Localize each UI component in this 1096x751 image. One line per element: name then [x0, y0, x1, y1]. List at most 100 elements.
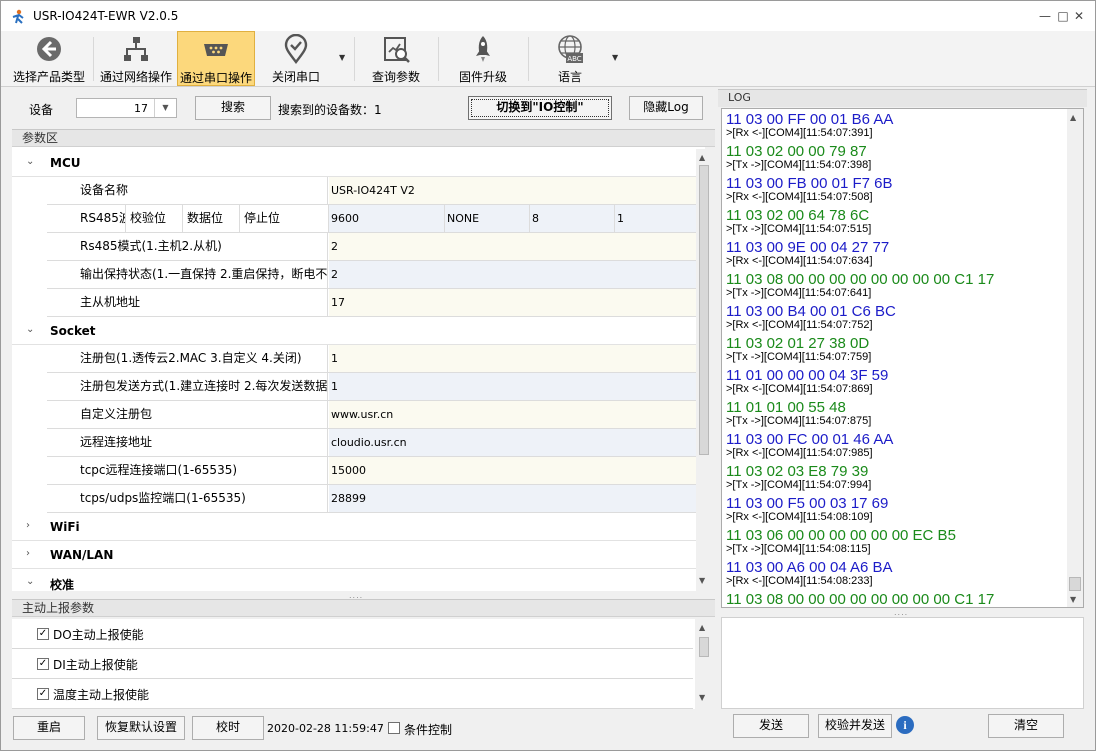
param-value[interactable]: 2	[329, 233, 705, 260]
param-value[interactable]: USR-IO424T V2	[329, 177, 705, 204]
chevron-down-icon[interactable]: ⌄	[26, 156, 34, 167]
chevron-right-icon[interactable]: ›	[26, 548, 30, 559]
log-hex-line: 11 03 00 FC 00 01 46 AA	[726, 431, 894, 448]
chevron-down-icon[interactable]: ▼	[339, 53, 345, 62]
device-select[interactable]: 17 ▼	[76, 98, 177, 118]
group-wifi[interactable]: › WiFi	[12, 513, 705, 541]
splitter-grip[interactable]: ....	[894, 608, 908, 617]
group-socket[interactable]: ⌄ Socket	[12, 317, 705, 345]
log-header: LOG	[718, 89, 1087, 107]
scrollbar-thumb[interactable]	[699, 165, 709, 455]
param-row[interactable]: 输出保持状态(1.一直保持 2.重启保持，断电不 2	[47, 261, 705, 289]
log-hex-line: 11 03 08 00 00 00 00 00 00 00 00 C1 17	[726, 591, 995, 608]
report-item-label: DI主动上报使能	[53, 658, 138, 672]
report-item[interactable]: ✓ DO主动上报使能	[12, 619, 693, 649]
send-input[interactable]	[721, 617, 1084, 709]
param-row[interactable]: tcps/udps监控端口(1-65535) 28899	[47, 485, 705, 513]
chevron-down-icon[interactable]: ⌄	[26, 576, 34, 587]
scroll-down-icon[interactable]: ▼	[699, 693, 705, 702]
close-serial-button[interactable]: 关闭串口	[259, 31, 333, 86]
param-value[interactable]: cloudio.usr.cn	[329, 429, 705, 456]
log-scrollbar[interactable]: ▲ ▼	[1067, 109, 1083, 607]
checkbox-checked-icon[interactable]: ✓	[37, 658, 49, 670]
hide-log-button[interactable]: 隐藏Log	[629, 96, 703, 120]
select-product-label: 选择产品类型	[12, 70, 85, 84]
svg-text:ABC: ABC	[567, 55, 581, 63]
log-meta-line: >[Rx <-][COM4][11:54:07:634]	[726, 255, 873, 267]
param-value[interactable]: 28899	[329, 485, 705, 512]
send-button[interactable]: 发送	[733, 714, 809, 738]
chevron-down-icon[interactable]: ⌄	[26, 324, 34, 335]
switch-io-control-button[interactable]: 切换到"IO控制"	[468, 96, 612, 120]
param-value[interactable]: 15000	[329, 457, 705, 484]
scroll-up-icon[interactable]: ▲	[699, 153, 705, 162]
log-meta-line: >[Tx ->][COM4][11:54:08:115]	[726, 543, 871, 555]
scroll-down-icon[interactable]: ▼	[1070, 595, 1076, 604]
clear-button[interactable]: 清空	[988, 714, 1064, 738]
condition-label: 条件控制	[404, 723, 453, 737]
chevron-right-icon[interactable]: ›	[26, 520, 30, 531]
param-key: 设备名称	[47, 177, 328, 204]
language-button[interactable]: ABC 语言	[533, 31, 607, 86]
group-mcu[interactable]: ⌄ MCU	[12, 149, 705, 177]
scroll-up-icon[interactable]: ▲	[699, 623, 705, 632]
param-row-serial[interactable]: RS485波特率 校验位 数据位 停止位 9600 NONE 8 1	[47, 205, 705, 233]
restart-button[interactable]: 重启	[13, 716, 85, 740]
log-meta-line: >[Tx ->][COM4][11:54:07:515]	[726, 223, 872, 235]
scrollbar-thumb[interactable]	[1069, 577, 1081, 591]
report-item[interactable]: ✓ 温度主动上报使能	[12, 679, 693, 709]
param-row[interactable]: tcpc远程连接端口(1-65535) 15000	[47, 457, 705, 485]
param-row[interactable]: Rs485模式(1.主机2.从机) 2	[47, 233, 705, 261]
checkbox-checked-icon[interactable]: ✓	[37, 628, 49, 640]
report-scrollbar[interactable]: ▲ ▼	[695, 619, 713, 709]
report-item[interactable]: ✓ DI主动上报使能	[12, 649, 693, 679]
minimize-button[interactable]: —	[1035, 9, 1055, 25]
condition-checkbox[interactable]	[388, 722, 400, 734]
chevron-down-icon[interactable]: ▼	[154, 99, 176, 117]
param-value[interactable]: 1	[615, 205, 705, 232]
param-row[interactable]: 自定义注册包 www.usr.cn	[47, 401, 705, 429]
network-operation-button[interactable]: 通过网络操作	[96, 31, 176, 86]
serial-operation-button[interactable]: 通过串口操作	[177, 31, 255, 86]
device-select-value: 17	[134, 102, 148, 115]
param-row[interactable]: 设备名称 USR-IO424T V2	[47, 177, 705, 205]
firmware-upgrade-label: 固件升级	[458, 70, 507, 84]
param-row[interactable]: 远程连接地址 cloudio.usr.cn	[47, 429, 705, 457]
report-list: ✓ DO主动上报使能 ✓ DI主动上报使能 ✓ 温度主动上报使能 ▲ ▼	[12, 619, 713, 709]
back-arrow-icon	[37, 37, 61, 61]
param-row[interactable]: 注册包发送方式(1.建立连接时 2.每次发送数据 1	[47, 373, 705, 401]
group-calibration[interactable]: ⌄ 校准	[12, 569, 705, 591]
serial-port-icon	[204, 44, 228, 56]
param-row[interactable]: 主从机地址 17	[47, 289, 705, 317]
param-row[interactable]: 注册包(1.透传云2.MAC 3.自定义 4.关闭) 1	[47, 345, 705, 373]
check-send-button[interactable]: 校验并发送	[818, 714, 892, 738]
scrollbar-thumb[interactable]	[699, 637, 709, 657]
select-product-button[interactable]: 选择产品类型	[9, 31, 89, 86]
sync-time-button[interactable]: 校时	[192, 716, 264, 740]
param-value[interactable]: 1	[329, 345, 705, 372]
info-icon[interactable]: i	[896, 716, 914, 734]
chevron-down-icon[interactable]: ▼	[612, 53, 618, 62]
param-key: 停止位	[240, 205, 329, 232]
report-item-label: 温度主动上报使能	[53, 688, 150, 702]
query-params-label: 查询参数	[371, 70, 420, 84]
firmware-upgrade-button[interactable]: 固件升级	[443, 31, 523, 86]
scroll-up-icon[interactable]: ▲	[1070, 113, 1076, 122]
checkbox-checked-icon[interactable]: ✓	[37, 688, 49, 700]
param-value[interactable]: www.usr.cn	[329, 401, 705, 428]
param-value[interactable]: 9600	[329, 205, 445, 232]
query-params-button[interactable]: 查询参数	[359, 31, 433, 86]
param-value[interactable]: NONE	[445, 205, 530, 232]
param-value[interactable]: 17	[329, 289, 705, 316]
reset-defaults-button[interactable]: 恢复默认设置	[97, 716, 185, 740]
param-key: tcpc远程连接端口(1-65535)	[47, 457, 328, 484]
scroll-down-icon[interactable]: ▼	[699, 576, 705, 585]
group-wan-lan[interactable]: › WAN/LAN	[12, 541, 705, 569]
log-output[interactable]: 11 03 00 FF 00 01 B6 AA >[Rx <-][COM4][11…	[721, 108, 1084, 608]
param-value[interactable]: 1	[329, 373, 705, 400]
param-value[interactable]: 2	[329, 261, 705, 288]
param-value[interactable]: 8	[530, 205, 615, 232]
search-button[interactable]: 搜索	[195, 96, 271, 120]
params-scrollbar[interactable]: ▲ ▼	[696, 149, 712, 591]
close-button[interactable]: ✕	[1069, 9, 1089, 25]
